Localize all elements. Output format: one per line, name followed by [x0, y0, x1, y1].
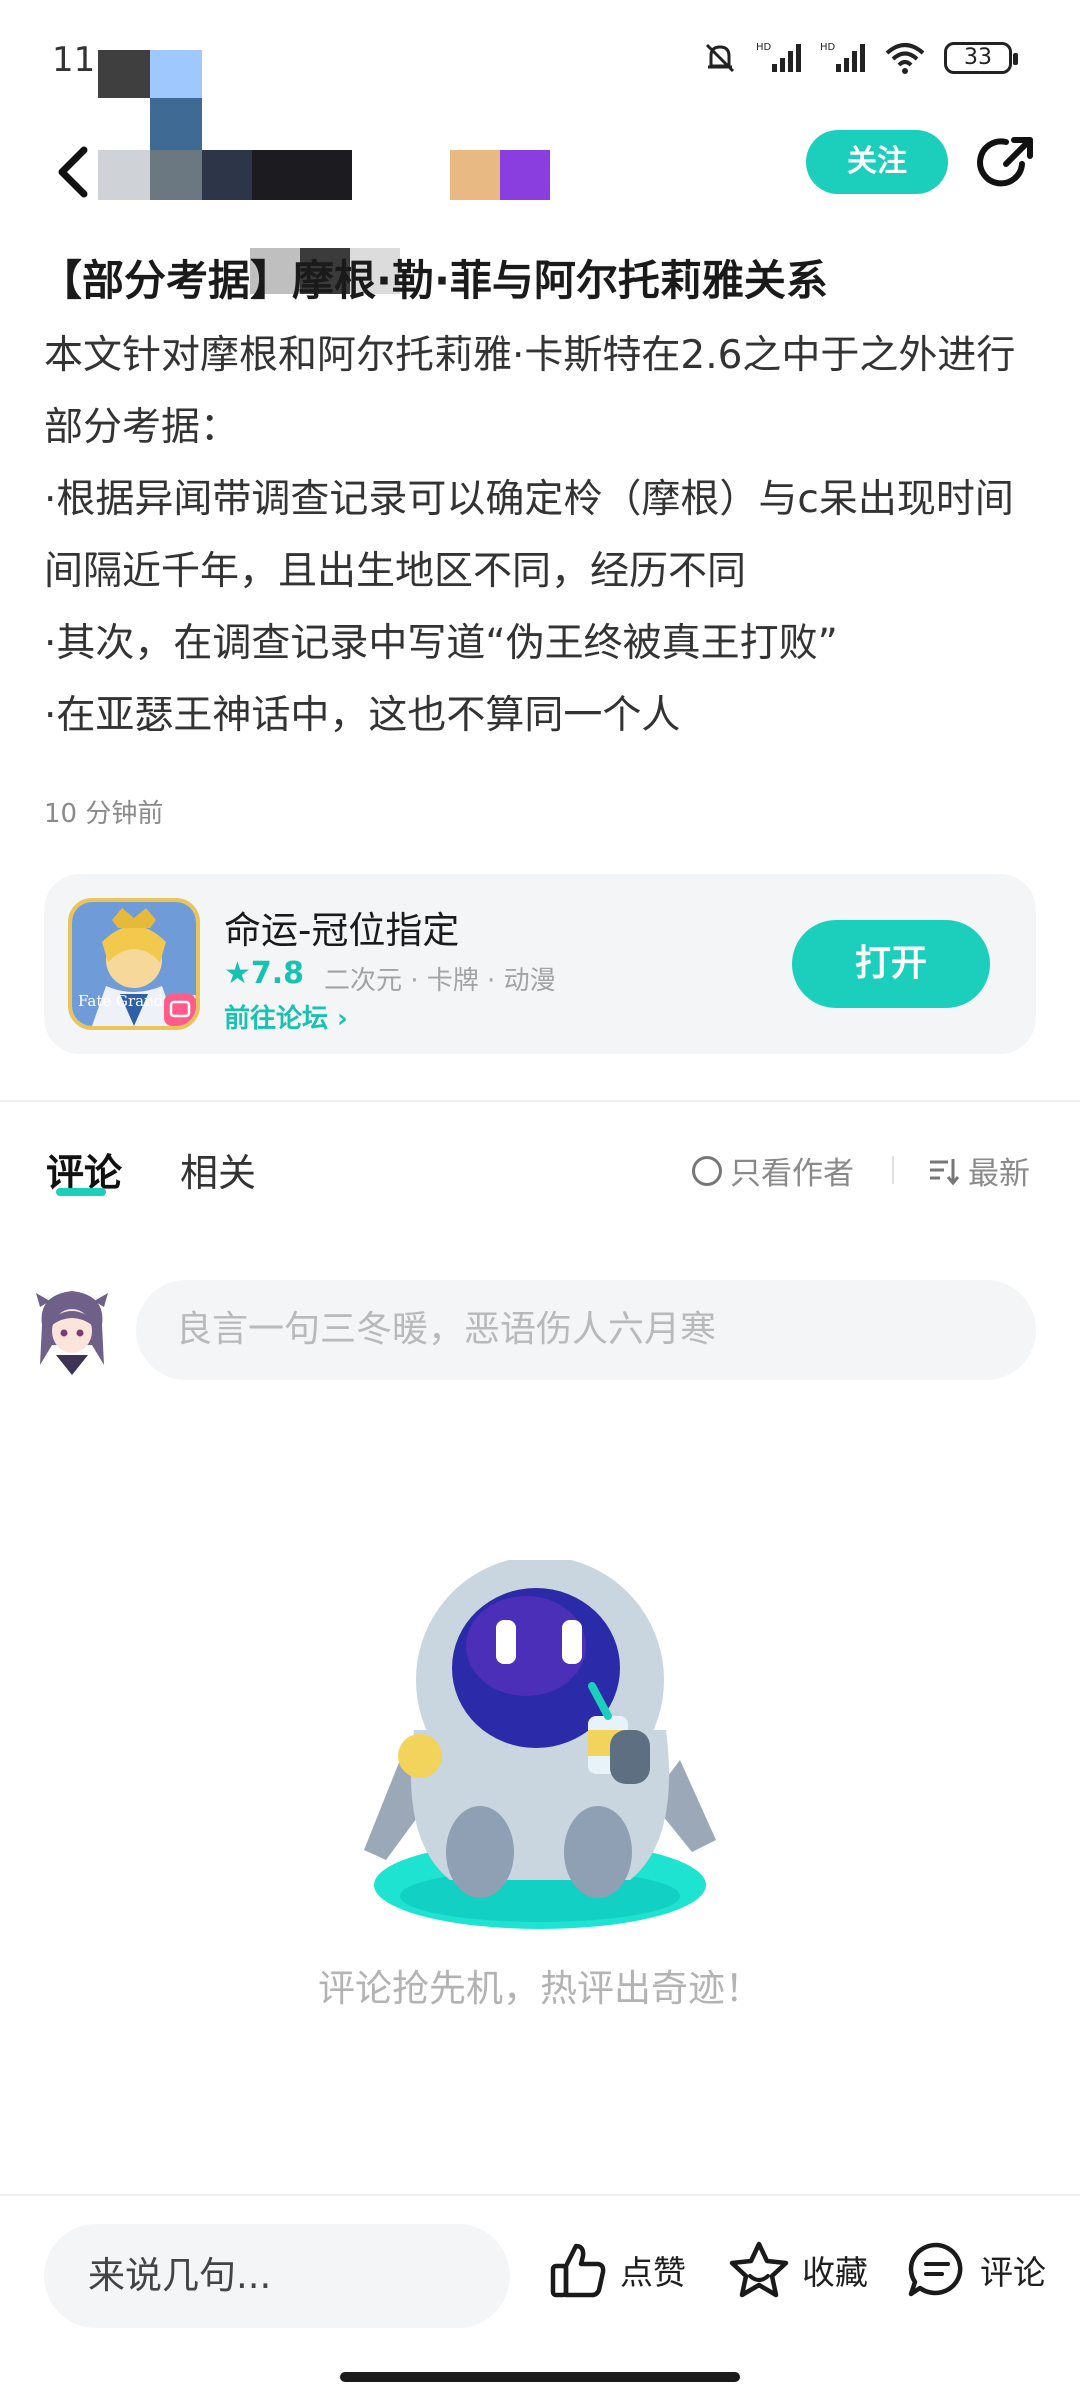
wifi-icon	[885, 43, 925, 74]
like-label: 点赞	[620, 2253, 686, 2292]
app-rating: ★7.8	[224, 956, 305, 991]
open-app-button[interactable]: 打开	[792, 920, 990, 1008]
like-button[interactable]: 点赞	[548, 2240, 686, 2300]
thumbs-up-icon	[550, 2243, 606, 2298]
battery-indicator: 33	[944, 42, 1018, 74]
favorite-button[interactable]: 收藏	[728, 2240, 868, 2300]
empty-mascot-illustration	[340, 1556, 740, 1940]
bottom-divider	[0, 2194, 1080, 2196]
svg-text:HD: HD	[820, 42, 836, 53]
app-icon: Fate Grand Order	[68, 898, 200, 1030]
post-body: 本文针对摩根和阿尔托莉雅·卡斯特在2.6之中于之外进行部分考据： ·根据异闻带调…	[44, 320, 1044, 752]
filter-separator	[892, 1156, 894, 1184]
author-only-toggle[interactable]: 只看作者	[692, 1148, 854, 1193]
quick-comment-input[interactable]: 来说几句...	[44, 2224, 510, 2328]
empty-comments-text: 评论抢先机，热评出奇迹！	[318, 1967, 762, 2010]
share-icon	[977, 137, 1033, 187]
app-card[interactable]: Fate Grand Order 命运-冠位指定 ★7.8 二次元 · 卡牌 ·…	[44, 874, 1036, 1054]
author-only-label: 只看作者	[730, 1156, 854, 1192]
fgo-artwork-icon: Fate Grand Order	[72, 902, 196, 1026]
sort-latest-button[interactable]: 最新	[928, 1148, 1030, 1193]
post-paragraph: ·根据异闻带调查记录可以确定柃（摩根）与c呆出现时间间隔近千年，且出生地区不同，…	[44, 477, 1014, 594]
tab-active-indicator	[56, 1188, 106, 1196]
post-paragraph: 本文针对摩根和阿尔托莉雅·卡斯特在2.6之中于之外进行部分考据：	[44, 333, 1016, 450]
comment-button[interactable]: 评论	[906, 2240, 1046, 2300]
forum-link[interactable]: 前往论坛 ›	[224, 998, 348, 1035]
post-time: 10 分钟前	[44, 799, 164, 829]
comment-label: 评论	[980, 2253, 1046, 2292]
comment-input[interactable]: 良言一句三冬暖，恶语伤人六月寒	[136, 1280, 1036, 1380]
post-paragraph: ·在亚瑟王神话中，这也不算同一个人	[44, 693, 681, 738]
user-avatar[interactable]	[34, 1285, 110, 1375]
section-divider	[0, 1100, 1080, 1102]
back-arrow-icon	[58, 146, 88, 198]
signal-icon-2: HD	[820, 42, 865, 72]
mute-bell-icon	[705, 43, 735, 73]
sort-latest-label: 最新	[968, 1156, 1030, 1192]
back-button[interactable]	[50, 140, 100, 204]
status-icons: HD HD 33	[702, 40, 1018, 76]
svg-text:HD: HD	[756, 42, 772, 53]
star-icon	[729, 2241, 789, 2298]
chat-bubble-icon	[908, 2242, 963, 2297]
radio-unchecked-icon	[692, 1155, 722, 1186]
post-paragraph: ·其次，在调查记录中写道“伪王终被真王打败”	[44, 621, 838, 666]
app-name: 命运-冠位指定	[224, 909, 460, 952]
share-button[interactable]	[976, 132, 1038, 194]
home-indicator[interactable]	[340, 2372, 740, 2382]
post-title: 【部分考据】摩根·勒·菲与阿尔托莉雅关系	[40, 256, 828, 305]
sort-icon	[930, 1158, 960, 1185]
avatar-image	[36, 1291, 108, 1375]
signal-icon: HD	[756, 42, 801, 72]
tab-related[interactable]: 相关	[180, 1142, 256, 1197]
app-tags: 二次元 · 卡牌 · 动漫	[324, 966, 556, 996]
follow-button[interactable]: 关注	[806, 130, 948, 194]
favorite-label: 收藏	[802, 2253, 868, 2292]
